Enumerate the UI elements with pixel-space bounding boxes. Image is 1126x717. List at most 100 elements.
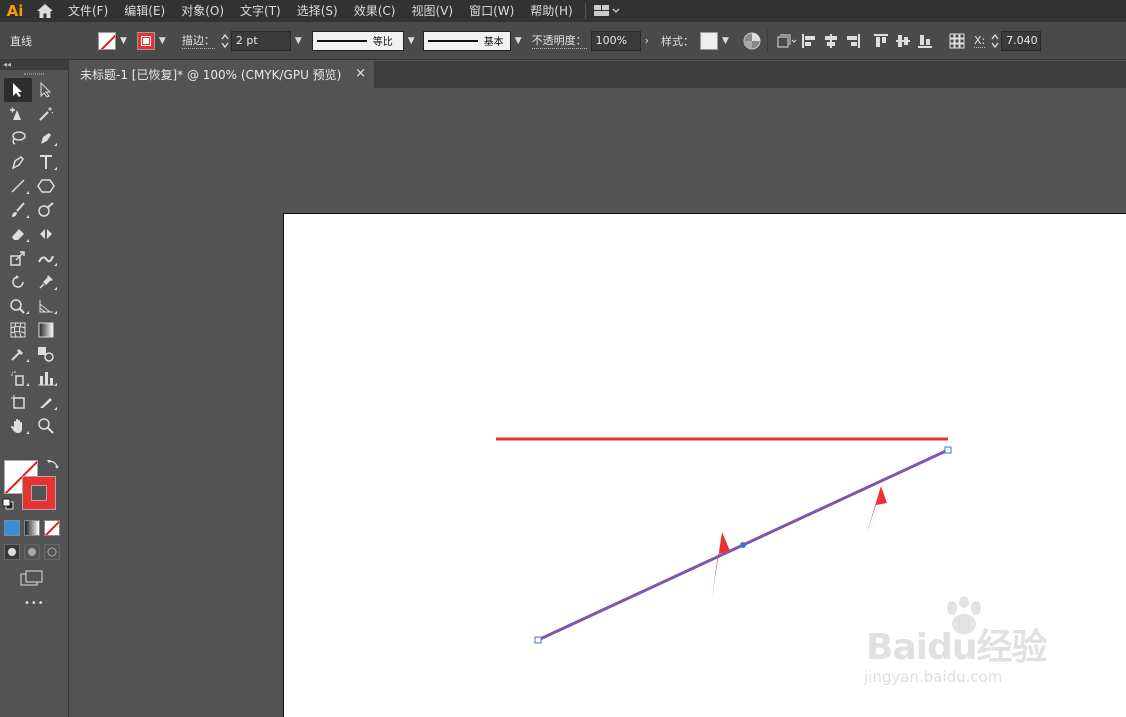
- document-tabs: 未标题-1 [已恢复]* @ 100% (CMYK/GPU 预览) ×: [70, 61, 1126, 88]
- more-tools-icon[interactable]: •••: [24, 598, 45, 609]
- polygon-tool-icon[interactable]: [32, 174, 60, 198]
- menu-file[interactable]: 文件(F): [60, 0, 116, 22]
- reflect-tool-icon[interactable]: [32, 222, 60, 246]
- brush-definition[interactable]: 基本: [422, 30, 511, 51]
- anchor-point-start[interactable]: [534, 636, 542, 644]
- watermark: Baidu经验 jingyan.baidu.com: [860, 596, 1080, 696]
- draw-behind-icon[interactable]: [24, 544, 40, 560]
- menu-view[interactable]: 视图(V): [403, 0, 461, 22]
- stroke-weight-input[interactable]: 2 pt: [230, 30, 291, 51]
- magic-wand-tool-icon[interactable]: [32, 102, 60, 126]
- perspective-grid-tool-icon[interactable]: [32, 294, 60, 318]
- stroke-color-box[interactable]: [22, 476, 56, 510]
- collapse-panel-icon[interactable]: ◂◂: [0, 60, 68, 70]
- x-label[interactable]: X:: [973, 34, 986, 48]
- menu-edit[interactable]: 编辑(E): [116, 0, 173, 22]
- align-left-icon[interactable]: [798, 30, 820, 52]
- zoom-tool-icon[interactable]: [32, 414, 60, 438]
- stroke-label[interactable]: 描边：: [181, 32, 215, 49]
- mesh-tool-icon[interactable]: [4, 318, 32, 342]
- object-type-label: 直线: [10, 34, 32, 48]
- center-point[interactable]: [740, 542, 746, 548]
- eraser-tool-icon[interactable]: [4, 222, 32, 246]
- align-right-icon[interactable]: [842, 30, 864, 52]
- none-mode-icon[interactable]: [44, 520, 60, 536]
- align-middle-icon[interactable]: [892, 30, 914, 52]
- scale-tool-icon[interactable]: [4, 246, 32, 270]
- stepper-icon[interactable]: [219, 30, 231, 52]
- pen-tool-icon[interactable]: [32, 126, 60, 150]
- type-tool-icon[interactable]: [32, 150, 60, 174]
- separator: [766, 29, 768, 52]
- menu-type[interactable]: 文字(T): [232, 0, 289, 22]
- menu-select[interactable]: 选择(S): [289, 0, 346, 22]
- stepper-icon[interactable]: [989, 30, 1001, 52]
- chevron-down-icon[interactable]: ▼: [159, 36, 166, 46]
- gradient-mode-icon[interactable]: [24, 520, 40, 536]
- panel-grip[interactable]: [0, 70, 68, 78]
- graphic-style-swatch[interactable]: [700, 31, 719, 50]
- anchor-point-end[interactable]: [944, 446, 952, 454]
- x-position-input[interactable]: 7.040: [1001, 30, 1042, 51]
- reference-point-icon[interactable]: [946, 30, 968, 52]
- chevron-down-icon[interactable]: ▼: [295, 36, 302, 46]
- draw-inside-icon[interactable]: [44, 544, 60, 560]
- menu-effect[interactable]: 效果(C): [346, 0, 404, 22]
- align-bottom-icon[interactable]: [914, 30, 936, 52]
- variable-width-profile[interactable]: 等比: [311, 30, 404, 51]
- align-center-icon[interactable]: [820, 30, 842, 52]
- draw-mode-row: [4, 544, 60, 560]
- opacity-label[interactable]: 不透明度：: [531, 32, 587, 49]
- selection-tool-icon[interactable]: [4, 78, 32, 102]
- shape-builder-tool-icon[interactable]: [4, 294, 32, 318]
- gradient-tool-icon[interactable]: [32, 318, 60, 342]
- symbol-sprayer-tool-icon[interactable]: [4, 366, 32, 390]
- draw-normal-icon[interactable]: [4, 544, 20, 560]
- menu-bar: Ai 文件(F) 编辑(E) 对象(O) 文字(T) 选择(S) 效果(C) 视…: [0, 0, 1126, 22]
- recolor-icon[interactable]: [741, 30, 763, 52]
- menu-window[interactable]: 窗口(W): [461, 0, 522, 22]
- puppet-warp-tool-icon[interactable]: [32, 270, 60, 294]
- chevron-right-icon[interactable]: ›: [645, 34, 649, 47]
- align-top-icon[interactable]: [870, 30, 892, 52]
- document-tab[interactable]: 未标题-1 [已恢复]* @ 100% (CMYK/GPU 预览) ×: [70, 61, 374, 88]
- fill-swatch[interactable]: [98, 31, 116, 50]
- hand-tool-icon[interactable]: [4, 414, 32, 438]
- menu-object[interactable]: 对象(O): [173, 0, 232, 22]
- default-fill-stroke-icon[interactable]: [2, 498, 14, 513]
- workspace-switcher-icon[interactable]: [590, 0, 624, 22]
- slice-tool-icon[interactable]: [32, 390, 60, 414]
- column-graph-tool-icon[interactable]: [32, 366, 60, 390]
- eyedropper-tool-icon[interactable]: [4, 342, 32, 366]
- watermark-brand: Baidu经验: [866, 627, 1047, 668]
- tools-panel: ◂◂ •••: [0, 60, 69, 717]
- add-anchor-tool-icon[interactable]: [4, 150, 32, 174]
- transform-icon[interactable]: [776, 30, 798, 52]
- color-mode-icon[interactable]: [4, 520, 20, 536]
- swap-fill-stroke-icon[interactable]: [46, 458, 60, 475]
- home-icon[interactable]: [30, 0, 60, 22]
- screen-mode-icon[interactable]: [20, 570, 44, 589]
- paintbrush-tool-icon[interactable]: [4, 198, 32, 222]
- blend-tool-icon[interactable]: [32, 342, 60, 366]
- lasso-tool-icon[interactable]: [4, 126, 32, 150]
- chevron-down-icon[interactable]: ▼: [120, 36, 127, 46]
- close-icon[interactable]: ×: [355, 66, 366, 81]
- rotate-tool-icon[interactable]: [4, 270, 32, 294]
- chevron-down-icon[interactable]: ▼: [722, 36, 729, 46]
- profile-label: 等比: [372, 37, 393, 48]
- fill-stroke-widget: [0, 458, 69, 518]
- menu-help[interactable]: 帮助(H): [522, 0, 580, 22]
- chevron-down-icon[interactable]: ▼: [408, 36, 415, 46]
- curvature-tool-icon[interactable]: [4, 102, 32, 126]
- chevron-down-icon[interactable]: ▼: [515, 36, 522, 46]
- opacity-input[interactable]: 100%: [590, 30, 641, 51]
- direct-selection-tool-icon[interactable]: [32, 78, 60, 102]
- stroke-swatch[interactable]: [136, 31, 155, 50]
- line-segment-tool-icon[interactable]: [4, 174, 32, 198]
- warp-tool-icon[interactable]: [32, 246, 60, 270]
- color-mode-row: [4, 520, 60, 536]
- shaper-tool-icon[interactable]: [32, 198, 60, 222]
- artboard-tool-icon[interactable]: [4, 390, 32, 414]
- brush-label: 基本: [483, 37, 504, 48]
